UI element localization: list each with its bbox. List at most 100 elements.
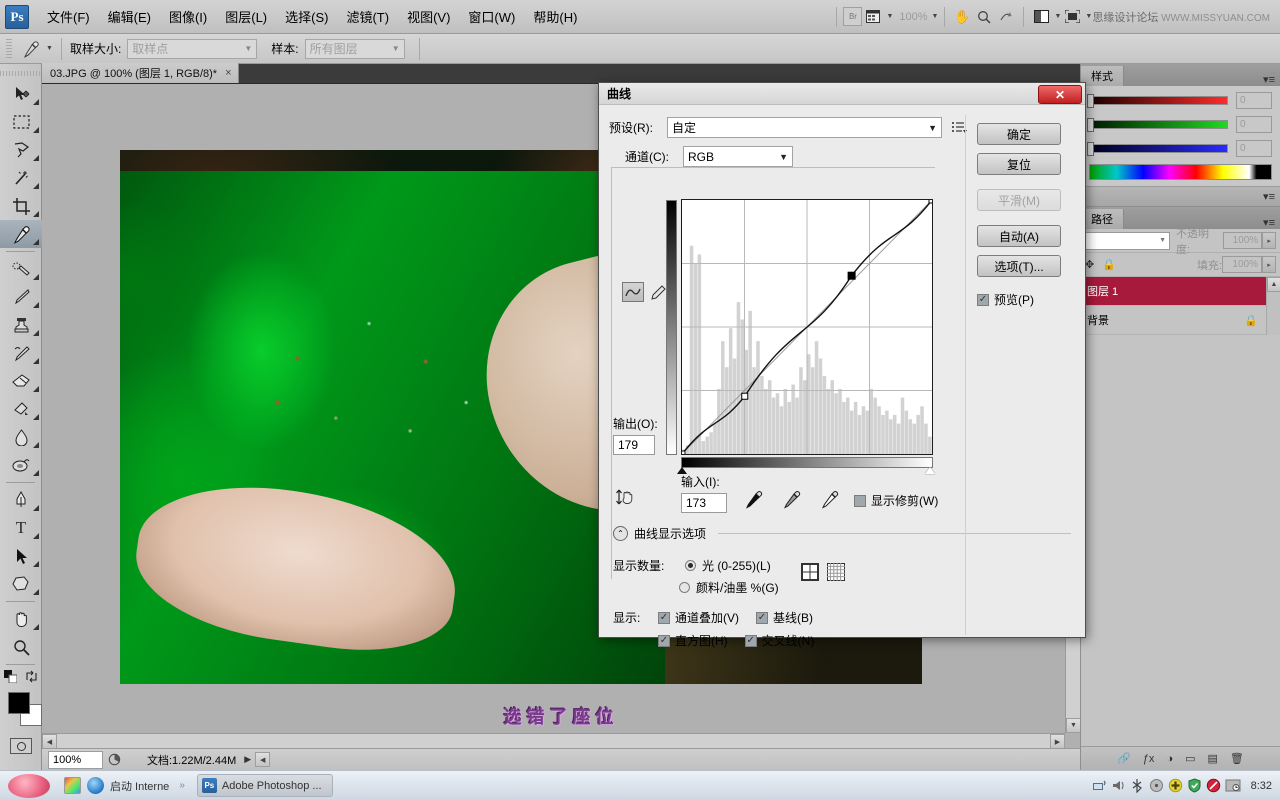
preset-select[interactable]: 自定 ▼ — [667, 117, 942, 138]
tool-gradient[interactable] — [0, 395, 42, 423]
rotate-view-icon[interactable] — [995, 7, 1017, 27]
grid-quarter-icon[interactable] — [801, 563, 819, 581]
radio-light[interactable] — [685, 560, 696, 571]
zoom-level-input[interactable]: 100% — [48, 751, 103, 769]
taskbar-clock[interactable]: 8:32 — [1251, 780, 1272, 792]
tool-history-brush[interactable] — [0, 339, 42, 367]
tool-blur[interactable] — [0, 423, 42, 451]
blue-slider[interactable] — [1089, 144, 1228, 153]
reset-button[interactable]: 复位 — [977, 153, 1061, 175]
menu-help[interactable]: 帮助(H) — [524, 4, 586, 29]
tool-path-selection[interactable] — [0, 542, 42, 570]
internet-explorer-icon[interactable] — [87, 777, 104, 794]
show-clipping-checkbox[interactable] — [854, 495, 866, 507]
preview-checkbox[interactable] — [977, 294, 989, 306]
red-value-input[interactable]: 0 — [1236, 92, 1272, 109]
tab-styles[interactable]: 样式 — [1081, 66, 1124, 86]
move-lock-icon[interactable]: ✥ — [1085, 258, 1094, 271]
layer-style-icon[interactable]: ƒx — [1143, 753, 1155, 765]
tool-dodge[interactable] — [0, 451, 42, 479]
fill-input[interactable]: 100% — [1222, 256, 1262, 273]
update-icon[interactable] — [1168, 778, 1183, 793]
layer-row-background[interactable]: 背景 🔒 — [1081, 306, 1280, 335]
green-value-input[interactable]: 0 — [1236, 116, 1272, 133]
menu-select[interactable]: 选择(S) — [276, 4, 337, 29]
menu-file[interactable]: 文件(F) — [38, 4, 99, 29]
ok-button[interactable]: 确定 — [977, 123, 1061, 145]
menu-window[interactable]: 窗口(W) — [459, 4, 524, 29]
tool-zoom[interactable] — [0, 633, 42, 661]
tab-paths[interactable]: 路径 — [1081, 209, 1124, 229]
opacity-stepper-icon[interactable]: ▸ — [1262, 232, 1276, 249]
checkbox-channel-overlay[interactable] — [658, 612, 670, 624]
status-proxy-icon[interactable] — [103, 753, 125, 766]
tool-clone-stamp[interactable] — [0, 311, 42, 339]
status-scroll-left-icon[interactable]: ◀ — [255, 752, 270, 767]
bluetooth-icon[interactable] — [1130, 778, 1145, 793]
screen-mode-chevron-down-icon[interactable]: ▼ — [1085, 13, 1092, 20]
antivirus-icon[interactable] — [1206, 778, 1221, 793]
link-layers-icon[interactable]: 🔗 — [1117, 752, 1131, 765]
tool-preset-chevron-down-icon[interactable]: ▼ — [46, 45, 53, 52]
checkbox-baseline[interactable] — [756, 612, 768, 624]
delete-layer-icon[interactable]: 🗑 — [1230, 752, 1244, 765]
input-input[interactable]: 173 — [681, 493, 727, 513]
set-white-point-icon[interactable] — [820, 490, 840, 513]
arrange-documents-icon[interactable] — [1030, 7, 1052, 27]
curve-display-options-header[interactable]: ⌃ 曲线显示选项 — [613, 525, 1071, 542]
tool-healing-brush[interactable] — [0, 255, 42, 283]
settings-tray-icon[interactable] — [1225, 778, 1241, 793]
layer-mask-icon[interactable]: ◑ — [1166, 753, 1173, 765]
color-swatches[interactable] — [0, 688, 42, 734]
white-point-marker[interactable] — [925, 467, 935, 474]
options-bar-grip[interactable] — [6, 39, 12, 59]
set-black-point-icon[interactable] — [744, 490, 764, 513]
photoshop-task[interactable]: Ps Adobe Photoshop ... — [197, 774, 333, 797]
curve-control-point[interactable] — [848, 272, 855, 279]
tool-eraser[interactable] — [0, 367, 42, 395]
tool-pen[interactable] — [0, 486, 42, 514]
view-extras-chevron-down-icon[interactable]: ▼ — [886, 13, 893, 20]
grid-tenth-icon[interactable] — [827, 563, 845, 581]
curve-control-point[interactable] — [682, 451, 685, 454]
output-input[interactable]: 179 — [613, 435, 655, 455]
auto-button[interactable]: 自动(A) — [977, 225, 1061, 247]
tool-lasso[interactable] — [0, 136, 42, 164]
status-menu-arrow-icon[interactable]: ▶ — [244, 754, 251, 765]
blend-mode-select[interactable]: ▼ — [1085, 232, 1170, 250]
scroll-right-arrow-icon[interactable]: ▶ — [1050, 734, 1065, 748]
preview-row[interactable]: 预览(P) — [977, 291, 1061, 308]
menu-layer[interactable]: 图层(L) — [216, 4, 276, 29]
network-icon[interactable] — [1092, 778, 1107, 793]
green-slider-thumb[interactable] — [1087, 118, 1094, 132]
green-slider[interactable] — [1089, 120, 1228, 129]
layers-scroll-up-icon[interactable]: ▲ — [1267, 277, 1280, 292]
swatches-panel-menu-icon[interactable]: ▾≡ — [1258, 190, 1280, 203]
shield-icon[interactable] — [1187, 778, 1202, 793]
canvas-horizontal-scrollbar[interactable]: ◀ ▶ — [42, 733, 1065, 748]
curve-control-point[interactable] — [929, 200, 932, 203]
blue-slider-thumb[interactable] — [1087, 142, 1094, 156]
curves-dialog[interactable]: 曲线 ✕ 预设(R): 自定 ▼ — [598, 82, 1086, 638]
red-slider-thumb[interactable] — [1087, 94, 1094, 108]
document-tab[interactable]: 03.JPG @ 100% (图层 1, RGB/8)* × — [42, 63, 239, 83]
tool-hand[interactable] — [0, 605, 42, 633]
tool-move[interactable] — [0, 80, 42, 108]
sample-select[interactable]: 所有图层 ▼ — [305, 39, 405, 59]
radio-pigment[interactable] — [679, 582, 690, 593]
screen-mode-icon[interactable] — [1061, 7, 1083, 27]
layers-panel-menu-icon[interactable]: ▾≡ — [1258, 216, 1280, 229]
zoom-icon[interactable] — [973, 7, 995, 27]
channel-select[interactable]: RGB ▼ — [683, 146, 793, 167]
volume-icon[interactable] — [1111, 778, 1126, 793]
foreground-color-swatch[interactable] — [8, 692, 30, 714]
pencil-icon[interactable] — [648, 282, 668, 302]
quick-mask-toggle[interactable] — [0, 734, 42, 758]
close-icon[interactable]: ✕ — [1038, 85, 1082, 104]
layer-row-1[interactable]: 图层 1 — [1081, 277, 1280, 306]
chevron-up-icon[interactable]: ⌃ — [613, 526, 628, 541]
bridge-button[interactable]: Br — [843, 7, 862, 26]
curves-dialog-titlebar[interactable]: 曲线 ✕ — [599, 83, 1085, 105]
scroll-down-arrow-icon[interactable]: ▼ — [1066, 718, 1080, 733]
tool-eyedropper[interactable] — [0, 220, 42, 248]
